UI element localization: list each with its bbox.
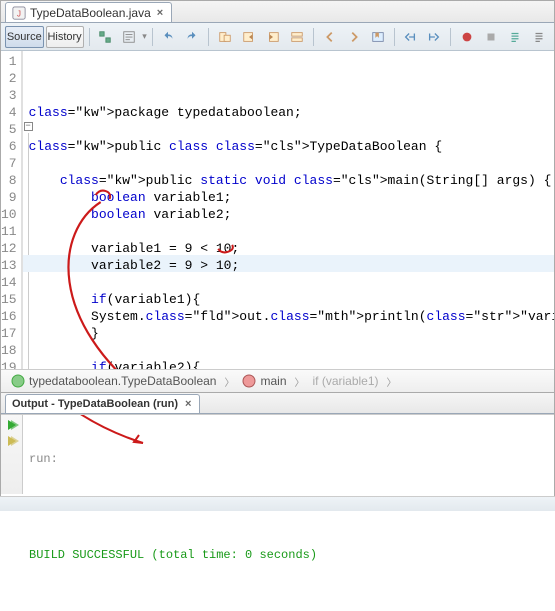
- find-selection-icon[interactable]: [214, 26, 236, 48]
- line-number: 10: [1, 206, 17, 223]
- code-line[interactable]: boolean variable2;: [29, 206, 554, 223]
- code-line[interactable]: if(variable2){: [29, 359, 554, 369]
- breadcrumb-block[interactable]: if (variable1): [309, 372, 383, 390]
- breadcrumb-label: main: [260, 374, 286, 388]
- editor-toolbar: Source History ▾: [1, 23, 554, 51]
- line-number-gutter: 12345678910111213141516171819: [1, 51, 22, 369]
- file-tab[interactable]: J TypeDataBoolean.java ×: [5, 2, 172, 22]
- line-number: 15: [1, 291, 17, 308]
- output-tab-label: Output - TypeDataBoolean (run): [12, 398, 178, 410]
- code-line[interactable]: variable1 = 9 < 10;: [29, 240, 554, 257]
- code-area[interactable]: class="kw">package typedataboolean; clas…: [23, 51, 554, 369]
- search-icon[interactable]: [118, 26, 140, 48]
- line-number: 3: [1, 87, 17, 104]
- find-prev-icon[interactable]: [238, 26, 260, 48]
- code-line[interactable]: class="kw">package typedataboolean;: [29, 104, 554, 121]
- source-button[interactable]: Source: [5, 26, 44, 48]
- code-line[interactable]: [29, 223, 554, 240]
- separator: [450, 28, 451, 46]
- output-line-run: run:: [29, 451, 548, 467]
- breadcrumb-bar: typedataboolean.TypeDataBoolean 〉 main 〉…: [1, 369, 554, 393]
- highlight-icon[interactable]: [286, 26, 308, 48]
- breadcrumb-label: if (variable1): [313, 374, 379, 388]
- output-gutter: [1, 415, 23, 494]
- separator: [394, 28, 395, 46]
- dropdown-icon[interactable]: ▾: [142, 31, 147, 42]
- chevron-right-icon: 〉: [387, 374, 397, 389]
- undo-icon[interactable]: [157, 26, 179, 48]
- line-number: 13: [1, 257, 17, 274]
- separator: [152, 28, 153, 46]
- code-editor[interactable]: 12345678910111213141516171819 − class="k…: [1, 51, 554, 369]
- line-number: 11: [1, 223, 17, 240]
- shift-left-icon[interactable]: [399, 26, 421, 48]
- separator: [89, 28, 90, 46]
- shift-right-icon[interactable]: [423, 26, 445, 48]
- output-panel: run: variable1 = true BUILD SUCCESSFUL (…: [1, 414, 554, 494]
- breadcrumb-class[interactable]: typedataboolean.TypeDataBoolean: [7, 372, 220, 390]
- nav-back-icon[interactable]: [319, 26, 341, 48]
- code-line[interactable]: System.class="fld">out.class="mth">print…: [29, 308, 554, 325]
- refactor-icon[interactable]: [94, 26, 116, 48]
- comment-icon[interactable]: [504, 26, 526, 48]
- line-number: 6: [1, 138, 17, 155]
- line-number: 17: [1, 325, 17, 342]
- close-icon[interactable]: ×: [183, 398, 193, 410]
- macro-record-icon[interactable]: [456, 26, 478, 48]
- uncomment-icon[interactable]: [528, 26, 550, 48]
- rerun-alt-icon[interactable]: [5, 434, 19, 448]
- code-line[interactable]: boolean variable1;: [29, 189, 554, 206]
- line-number: 12: [1, 240, 17, 257]
- output-tab-bar: Output - TypeDataBoolean (run) ×: [1, 393, 554, 414]
- macro-stop-icon[interactable]: [480, 26, 502, 48]
- code-line[interactable]: [29, 155, 554, 172]
- status-bar: [0, 496, 555, 511]
- class-icon: [11, 374, 25, 388]
- svg-text:J: J: [17, 9, 21, 18]
- output-tab[interactable]: Output - TypeDataBoolean (run) ×: [5, 394, 200, 413]
- line-number: 5: [1, 121, 17, 138]
- output-line-status: BUILD SUCCESSFUL (total time: 0 seconds): [29, 547, 548, 563]
- line-number: 14: [1, 274, 17, 291]
- close-icon[interactable]: ×: [155, 7, 165, 19]
- chevron-right-icon: 〉: [295, 374, 305, 389]
- line-number: 19: [1, 359, 17, 369]
- bookmark-icon[interactable]: [367, 26, 389, 48]
- chevron-right-icon: 〉: [224, 374, 234, 389]
- line-number: 8: [1, 172, 17, 189]
- java-file-icon: J: [12, 6, 26, 20]
- rerun-icon[interactable]: [5, 418, 19, 432]
- file-tab-label: TypeDataBoolean.java: [30, 6, 151, 20]
- breadcrumb-method[interactable]: main: [238, 372, 290, 390]
- code-line[interactable]: [29, 274, 554, 291]
- method-icon: [242, 374, 256, 388]
- separator: [313, 28, 314, 46]
- breadcrumb-label: typedataboolean.TypeDataBoolean: [29, 374, 216, 388]
- line-number: 9: [1, 189, 17, 206]
- separator: [208, 28, 209, 46]
- nav-forward-icon[interactable]: [343, 26, 365, 48]
- code-line[interactable]: }: [29, 325, 554, 342]
- code-line[interactable]: class="kw">public class class="cls">Type…: [29, 138, 554, 155]
- history-button[interactable]: History: [46, 26, 84, 48]
- output-text[interactable]: run: variable1 = true BUILD SUCCESSFUL (…: [23, 415, 554, 494]
- code-line[interactable]: if(variable1){: [29, 291, 554, 308]
- code-line[interactable]: [29, 342, 554, 359]
- find-next-icon[interactable]: [262, 26, 284, 48]
- redo-icon[interactable]: [181, 26, 203, 48]
- line-number: 4: [1, 104, 17, 121]
- line-number: 16: [1, 308, 17, 325]
- line-number: 2: [1, 70, 17, 87]
- line-number: 18: [1, 342, 17, 359]
- code-line[interactable]: variable2 = 9 > 10;: [29, 257, 554, 274]
- line-number: 7: [1, 155, 17, 172]
- file-tab-bar: J TypeDataBoolean.java ×: [1, 1, 554, 23]
- code-line[interactable]: [29, 121, 554, 138]
- line-number: 1: [1, 53, 17, 70]
- code-line[interactable]: class="kw">public static void class="cls…: [29, 172, 554, 189]
